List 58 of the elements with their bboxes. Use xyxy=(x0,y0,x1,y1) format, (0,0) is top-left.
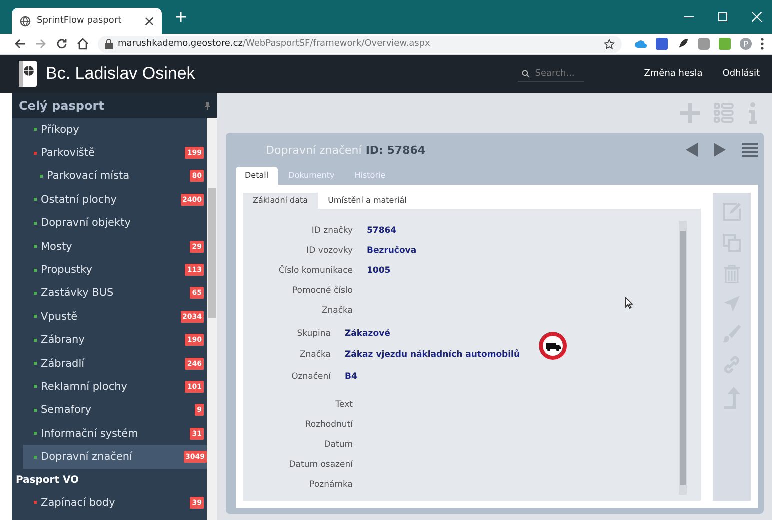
address-field[interactable]: marushkademo.geostore.cz/WebPasportSF/framework/Overview.aspx xyxy=(98,36,622,52)
search-icon xyxy=(522,68,530,78)
field-label: Rozhodnutí xyxy=(304,420,353,430)
extension-icon[interactable] xyxy=(656,38,668,50)
field-label: Text xyxy=(334,400,353,410)
new-tab-icon[interactable] xyxy=(176,12,186,22)
scrollbar[interactable] xyxy=(679,221,687,495)
menu-icon[interactable] xyxy=(761,38,764,50)
field-label: ID vozovky xyxy=(306,246,353,256)
tab[interactable]: Detail xyxy=(236,167,278,185)
previous-icon[interactable] xyxy=(686,143,698,157)
no-trucks-sign-icon xyxy=(538,331,568,362)
field-label: Poznámka xyxy=(308,480,353,490)
globe-icon xyxy=(20,16,31,26)
field-value: B4 xyxy=(345,372,358,382)
tab[interactable]: Základní data xyxy=(243,193,318,209)
header-link[interactable]: Změna hesla xyxy=(644,69,703,79)
field-label: Skupina xyxy=(296,329,331,340)
field-label: ID značky xyxy=(310,226,353,236)
panel-title: Dopravní značení xyxy=(266,144,362,156)
header-link[interactable]: Odhlásit xyxy=(722,69,760,79)
field-label: Pomocné číslo xyxy=(291,286,353,296)
pin-icon[interactable] xyxy=(205,102,210,110)
field-label: Značka xyxy=(320,306,353,316)
field-value: 1005 xyxy=(367,266,391,276)
field-value: 57864 xyxy=(367,226,397,236)
record-id: ID: 57864 xyxy=(366,144,426,156)
maximize-icon[interactable] xyxy=(718,12,728,22)
extension-icon[interactable] xyxy=(719,38,731,50)
back-icon[interactable] xyxy=(14,38,26,50)
extension-icon[interactable] xyxy=(698,38,710,50)
close-icon[interactable] xyxy=(145,16,154,26)
next-icon[interactable] xyxy=(714,143,726,157)
cloud-icon[interactable] xyxy=(635,39,647,49)
field-value: Zákazové xyxy=(345,329,390,340)
tab[interactable]: Umístění a materiál xyxy=(318,193,417,209)
tab-title: SprintFlow pasport xyxy=(37,16,123,26)
field-label: Datum xyxy=(323,440,353,450)
passport-logo-icon xyxy=(18,60,38,88)
lock-icon xyxy=(105,39,113,49)
search-field[interactable]: Search... xyxy=(535,68,580,78)
user-name: Bc. Ladislav Osinek xyxy=(46,64,196,84)
field-label: Značka xyxy=(298,350,331,360)
field-label: Označení xyxy=(290,372,331,382)
field-label: Číslo komunikace xyxy=(278,266,353,276)
sidebar-item[interactable]: Dopravní objekty xyxy=(12,212,207,235)
scrollbar[interactable] xyxy=(207,118,217,520)
field-value: Bezručova xyxy=(367,246,417,256)
home-icon[interactable] xyxy=(77,38,89,50)
forward-icon[interactable] xyxy=(35,38,47,50)
browser-tab[interactable]: SprintFlow pasport xyxy=(12,8,162,34)
field-label: Datum osazení xyxy=(288,460,353,470)
reload-icon[interactable] xyxy=(56,38,68,50)
mouse-cursor-icon xyxy=(625,297,633,309)
sidebar-title: Celý pasport xyxy=(19,98,104,112)
sidebar-item[interactable]: Příkopy xyxy=(12,118,207,142)
star-icon[interactable] xyxy=(604,38,615,50)
field-value: Zákaz vjezdu nákladních automobilů xyxy=(345,350,520,360)
